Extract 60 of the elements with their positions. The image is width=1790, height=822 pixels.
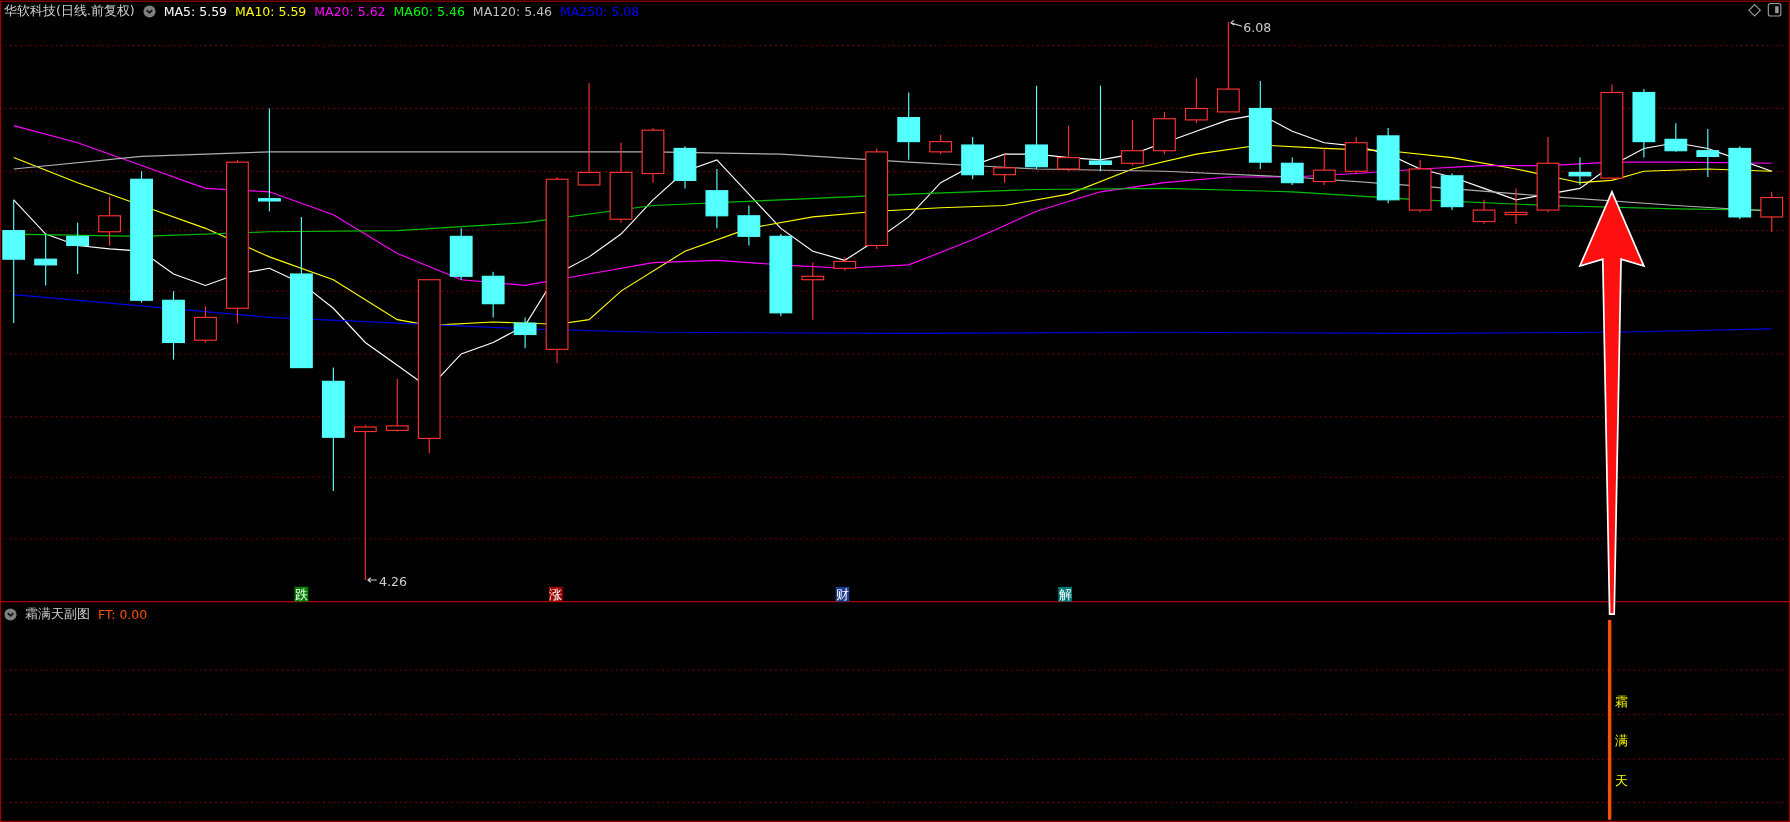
candlestick: [929, 134, 953, 155]
leader-line: [1230, 20, 1243, 27]
candlestick: [641, 127, 665, 184]
candlestick: [1504, 187, 1528, 225]
collapse-icon[interactable]: [142, 5, 156, 18]
candlestick: [705, 168, 729, 229]
up-arrow-icon: [1578, 189, 1646, 616]
candlestick: [66, 222, 90, 275]
candlestick: [1344, 136, 1368, 175]
candlestick: [98, 195, 121, 247]
candlestick: [1568, 157, 1592, 186]
candlestick: [1312, 147, 1336, 186]
indicator-value: MA10: 5.59: [235, 4, 307, 19]
panel-toggle-icon[interactable]: [1767, 2, 1782, 17]
signal-text: 天: [1614, 773, 1628, 789]
candlestick: [1184, 77, 1208, 124]
candlestick: [1696, 128, 1720, 178]
low-price-label: 4.26: [379, 573, 407, 589]
indicator-value: MA20: 5.62: [314, 4, 386, 19]
indicator-value: MA5: 5.59: [163, 4, 228, 19]
panel-title: 霜满天副图: [25, 606, 90, 623]
candlestick: [162, 290, 185, 361]
candlestick: [1408, 159, 1432, 213]
candlestick: [34, 233, 58, 286]
signal-text: 满: [1614, 733, 1628, 749]
collapse-icon[interactable]: [4, 608, 17, 621]
candlestick: [481, 271, 505, 318]
chart-title: 华软科技(日线.前复权): [4, 3, 135, 20]
indicator-value: MA250: 5.08: [560, 4, 640, 19]
candlestick: [737, 204, 761, 247]
candlestick: [385, 378, 409, 433]
candlestick: [1760, 191, 1784, 233]
indicator-value: MA60: 5.46: [393, 4, 465, 19]
candlestick: [513, 316, 537, 349]
event-marker: 跌: [294, 586, 309, 603]
event-marker: 财: [835, 586, 850, 603]
indicator-value: MA120: 5.46: [472, 4, 553, 19]
event-marker: 解: [1058, 586, 1072, 603]
candlestick: [1472, 199, 1496, 225]
high-price-label: 6.08: [1243, 20, 1272, 35]
candlestick: [1057, 125, 1080, 172]
candlestick: [801, 262, 825, 321]
candlestick: [194, 305, 217, 344]
candlestick: [897, 91, 921, 161]
candlestick: [1121, 119, 1144, 167]
candlestick: [1632, 88, 1656, 159]
candlestick: [1153, 111, 1176, 155]
diamond-icon[interactable]: [1748, 3, 1762, 17]
leader-line: [367, 577, 378, 583]
candlestick: [1440, 173, 1464, 211]
candlestick: [673, 145, 697, 189]
signal-text: 霜: [1614, 693, 1628, 709]
indicator-value: FT: 0.00: [98, 607, 148, 622]
candlestick: [833, 256, 857, 272]
candlestick: [961, 136, 985, 180]
candlestick: [449, 227, 473, 281]
candlestick: [993, 153, 1016, 184]
candlestick: [1664, 122, 1688, 153]
candlestick: [1280, 157, 1304, 186]
event-marker: 涨: [549, 586, 563, 603]
